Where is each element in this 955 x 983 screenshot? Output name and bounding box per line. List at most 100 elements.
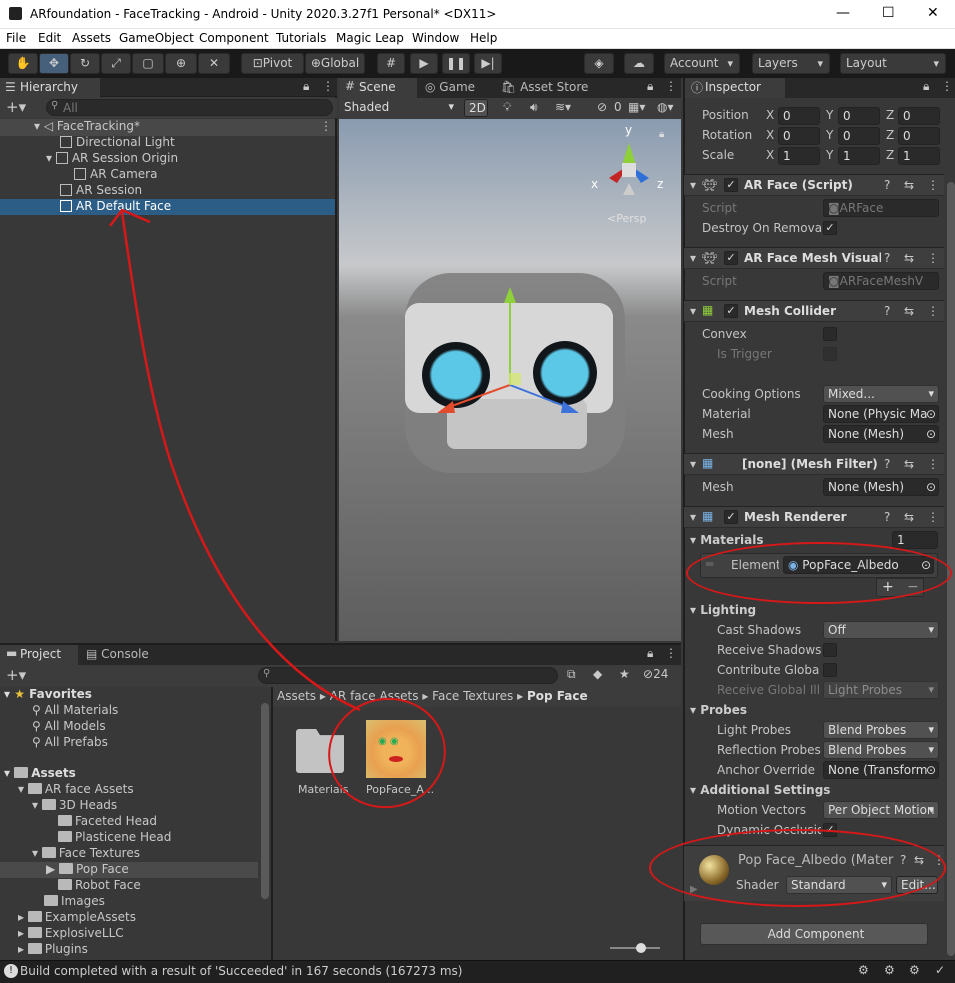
audio-icon[interactable]: 🔊︎ <box>530 100 538 115</box>
create-icon[interactable]: +▾ <box>6 666 26 684</box>
mesh-renderer-enabled-checkbox[interactable]: ✓ <box>724 510 738 524</box>
tree-example-assets[interactable]: ▸ ExampleAssets <box>18 910 136 924</box>
minimize-icon[interactable]: — <box>836 5 850 21</box>
global-toggle[interactable]: ⊕Global <box>305 53 365 74</box>
fold-arrow-icon[interactable]: ▾ <box>690 304 696 318</box>
hierarchy-search-input[interactable]: All <box>46 99 333 116</box>
inspector-lock-icon[interactable]: 🔒︎ <box>923 79 929 94</box>
tree-robot-face[interactable]: Robot Face <box>58 878 141 892</box>
axis-label-z[interactable]: Z <box>886 148 894 162</box>
ar-face-enabled-checkbox[interactable]: ✓ <box>724 178 738 192</box>
check-icon[interactable]: ✓ <box>935 963 945 977</box>
mesh-filter-mesh-field[interactable]: None (Mesh) ⊙ <box>823 478 939 496</box>
tree-images[interactable]: Images <box>44 894 105 908</box>
close-icon[interactable]: ✕ <box>927 5 939 21</box>
help-icon[interactable]: ? <box>884 457 890 471</box>
tree-scrollbar[interactable] <box>261 703 269 899</box>
cooking-options-dropdown[interactable]: Mixed... <box>823 385 939 403</box>
help-icon[interactable]: ? <box>884 304 890 318</box>
position-x-field[interactable]: 0 <box>778 107 820 125</box>
axis-label-y[interactable]: Y <box>826 148 833 162</box>
move-handle-icon[interactable] <box>429 285 589 455</box>
grid-icon[interactable]: ▦▾ <box>628 100 645 114</box>
move-tool-icon[interactable]: ✥ <box>39 53 69 74</box>
mesh-collider-enabled-checkbox[interactable]: ✓ <box>724 304 738 318</box>
contribute-gi-checkbox[interactable] <box>823 663 837 677</box>
gizmos-icon[interactable]: ◍▾ <box>657 100 674 114</box>
menu-assets[interactable]: Assets <box>72 31 111 45</box>
probes-foldout[interactable]: ▾ Probes <box>690 703 747 717</box>
anchor-override-field[interactable]: None (Transform ⊙ <box>823 761 939 779</box>
rotation-y-field[interactable]: 0 <box>838 127 880 145</box>
transform-tool-icon[interactable]: ⊕ <box>165 53 197 74</box>
scale-z-field[interactable]: 1 <box>898 147 940 165</box>
favorite-all-prefabs[interactable]: ⚲ All Prefabs <box>32 735 108 749</box>
menu-file[interactable]: File <box>6 31 26 45</box>
scale-tool-icon[interactable]: ⤢ <box>101 53 131 74</box>
position-z-field[interactable]: 0 <box>898 107 940 125</box>
fold-arrow-icon[interactable]: ▾ <box>690 457 696 471</box>
inspector-more-icon[interactable]: ⋮ <box>941 79 953 93</box>
hierarchy-item-directional-light[interactable]: Directional Light <box>60 135 175 149</box>
axis-label-x[interactable]: X <box>766 108 774 122</box>
collider-material-field[interactable]: None (Physic Ma ⊙ <box>823 405 939 423</box>
add-icon[interactable]: +▾ <box>6 98 26 116</box>
hidden-packages-icon[interactable]: ⊘24 <box>643 667 668 681</box>
mesh-collider-header[interactable]: ▾ ▦ ✓ Mesh Collider ? ⇆ ⋮ <box>684 300 944 322</box>
expand-icon[interactable]: ▾ <box>46 151 56 165</box>
materials-count-field[interactable]: 1 <box>892 531 938 549</box>
ar-face-header[interactable]: ▾ 👾︎ ✓ AR Face (Script) ? ⇆ ⋮ <box>684 174 944 196</box>
reflection-probes-dropdown[interactable]: Blend Probes <box>823 741 939 759</box>
tree-plasticene-head[interactable]: Plasticene Head <box>58 830 171 844</box>
thumbnail-size-slider[interactable] <box>610 947 660 949</box>
filter-label-icon[interactable]: ◆ <box>593 667 602 681</box>
collab-icon[interactable]: ◈ <box>584 53 614 74</box>
motion-vectors-dropdown[interactable]: Per Object Motion <box>823 801 939 819</box>
convex-checkbox[interactable] <box>823 327 837 341</box>
cast-shadows-dropdown[interactable]: Off <box>823 621 939 639</box>
bug-icon[interactable]: ⚙ <box>858 963 869 977</box>
tree-explosive-llc[interactable]: ▸ ExplosiveLLC <box>18 926 124 940</box>
pivot-toggle[interactable]: ⊡Pivot <box>241 53 304 74</box>
tree-face-textures[interactable]: ▾ Face Textures <box>32 846 140 860</box>
axis-label-x[interactable]: X <box>766 148 774 162</box>
layers-dropdown[interactable]: Layers <box>752 53 830 74</box>
object-picker-icon[interactable]: ⊙ <box>926 762 936 778</box>
project-more-icon[interactable]: ⋮ <box>665 646 677 660</box>
axis-label-x[interactable]: X <box>766 128 774 142</box>
scene-lock-icon[interactable]: 🔒︎ <box>647 79 653 94</box>
tab-asset-store[interactable]: 🛍︎ Asset Store <box>501 78 588 98</box>
fold-arrow-icon[interactable]: ▾ <box>690 251 696 265</box>
help-icon[interactable]: ? <box>884 178 890 192</box>
preset-icon[interactable]: ⇆ <box>904 510 914 524</box>
lock-icon[interactable]: 🔒︎ <box>303 79 309 94</box>
preset-icon[interactable]: ⇆ <box>904 178 914 192</box>
assets-foldout[interactable]: ▾ Assets <box>4 766 76 780</box>
maximize-icon[interactable]: ☐ <box>882 5 895 21</box>
cloud-icon[interactable]: ☁ <box>624 53 654 74</box>
fold-arrow-icon[interactable]: ▾ <box>690 510 696 524</box>
mesh-filter-header[interactable]: ▾ ▦ [none] (Mesh Filter) ? ⇆ ⋮ <box>684 453 944 475</box>
grid-snap-icon[interactable]: # <box>377 53 405 74</box>
tree-3d-heads[interactable]: ▾ 3D Heads <box>32 798 117 812</box>
axis-label-z[interactable]: Z <box>886 128 894 142</box>
component-more-icon[interactable]: ⋮ <box>927 178 939 192</box>
debug-icon[interactable]: ⚙ <box>909 963 920 977</box>
light-probes-dropdown[interactable]: Blend Probes <box>823 721 939 739</box>
component-more-icon[interactable]: ⋮ <box>927 457 939 471</box>
light-icon[interactable]: 💡︎ <box>503 100 511 115</box>
materials-foldout[interactable]: ▾ Materials <box>690 533 764 547</box>
axis-label-y[interactable]: Y <box>826 128 833 142</box>
persp-label[interactable]: <Persp <box>607 212 646 225</box>
play-button[interactable]: ▶ <box>410 53 438 74</box>
hierarchy-item-ar-camera[interactable]: AR Camera <box>74 167 157 181</box>
lighting-foldout[interactable]: ▾ Lighting <box>690 603 756 617</box>
component-more-icon[interactable]: ⋮ <box>927 251 939 265</box>
position-y-field[interactable]: 0 <box>838 107 880 125</box>
collider-mesh-field[interactable]: None (Mesh) ⊙ <box>823 425 939 443</box>
cache-icon[interactable]: ⚙ <box>884 963 895 977</box>
pause-button[interactable]: ❚❚ <box>442 53 470 74</box>
menu-component[interactable]: Component <box>199 31 269 45</box>
additional-settings-foldout[interactable]: ▾ Additional Settings <box>690 783 830 797</box>
gizmo-lock-icon[interactable]: 🔒︎ <box>659 129 664 140</box>
